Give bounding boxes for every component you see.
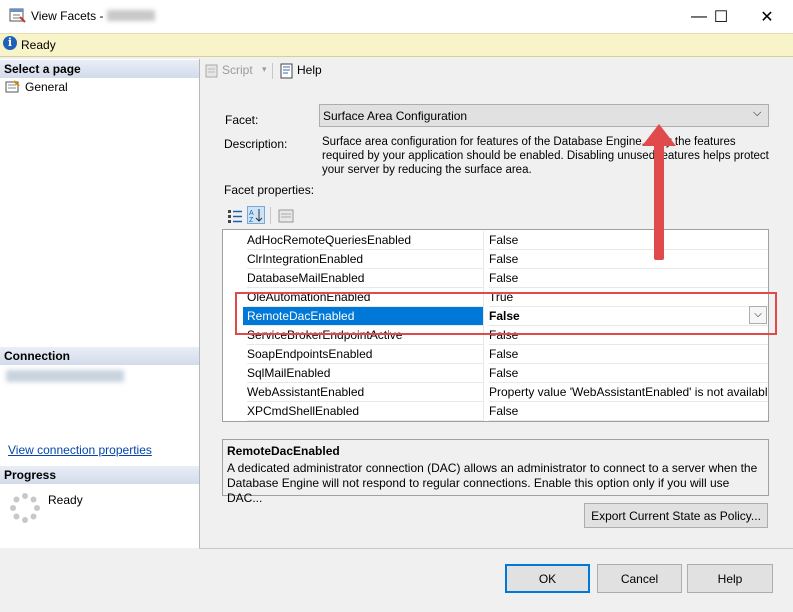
property-value[interactable]: False xyxy=(489,364,768,383)
property-value[interactable]: False xyxy=(489,269,768,288)
categorized-icon[interactable] xyxy=(226,207,244,225)
help-button[interactable]: Help xyxy=(687,564,773,593)
property-name: SoapEndpointsEnabled xyxy=(247,345,484,364)
progress-header: Progress xyxy=(0,466,199,484)
maximize-icon: ☐ xyxy=(713,8,729,26)
status-text: Ready xyxy=(21,38,56,52)
page-general-icon xyxy=(5,80,21,94)
highlight-box xyxy=(235,292,777,335)
property-name: SqlMailEnabled xyxy=(247,364,484,383)
close-icon: ✕ xyxy=(760,8,774,26)
property-name: WebAssistantEnabled xyxy=(247,383,484,402)
toolbar-separator xyxy=(272,63,273,79)
maximize-button[interactable]: ☐ xyxy=(697,0,745,33)
ok-label: OK xyxy=(538,571,557,586)
property-name: DatabaseMailEnabled xyxy=(247,269,484,288)
property-description-text: A dedicated administrator connection (DA… xyxy=(227,461,758,505)
select-page-header: Select a page xyxy=(0,60,199,78)
view-facets-icon xyxy=(9,8,26,23)
progress-spinner-icon xyxy=(10,493,40,523)
progress-status: Ready xyxy=(48,493,83,507)
property-description-title: RemoteDacEnabled xyxy=(227,444,340,458)
cancel-label: Cancel xyxy=(620,571,659,586)
property-row[interactable]: ClrIntegrationEnabled False xyxy=(223,250,768,269)
view-connection-link[interactable]: View connection properties xyxy=(8,443,152,457)
property-name: AdHocRemoteQueriesEnabled xyxy=(247,231,484,250)
property-value[interactable]: False xyxy=(489,345,768,364)
help-toolbar-button[interactable]: Help xyxy=(297,63,322,77)
svg-text:A: A xyxy=(249,210,254,217)
facet-value: Surface Area Configuration xyxy=(323,109,468,123)
property-row[interactable]: DatabaseMailEnabled False xyxy=(223,269,768,288)
window-title: View Facets - xyxy=(31,9,104,23)
connection-header: Connection xyxy=(0,347,199,365)
info-icon: i xyxy=(3,36,17,50)
property-value[interactable]: Property value 'WebAssistantEnabled' is … xyxy=(489,383,768,402)
svg-text:Z: Z xyxy=(249,217,254,223)
script-dropdown-icon[interactable]: ▾ xyxy=(262,64,267,75)
description-text: Surface area configuration for features … xyxy=(322,136,769,176)
property-name: XPCmdShellEnabled xyxy=(247,402,484,421)
connection-redacted xyxy=(6,370,124,382)
property-row[interactable]: AdHocRemoteQueriesEnabled False xyxy=(223,231,768,250)
page-general[interactable]: General xyxy=(25,80,68,94)
property-row[interactable]: XPCmdShellEnabled False xyxy=(223,402,768,421)
script-button[interactable]: Script xyxy=(222,63,253,77)
export-policy-label: Export Current State as Policy... xyxy=(591,508,761,523)
property-row[interactable]: SoapEndpointsEnabled False xyxy=(223,345,768,364)
description-label: Description: xyxy=(224,137,288,151)
server-name-redacted xyxy=(107,10,155,21)
cancel-button[interactable]: Cancel xyxy=(597,564,682,593)
ok-button[interactable]: OK xyxy=(505,564,590,593)
help-label: Help xyxy=(717,571,743,586)
property-row[interactable]: WebAssistantEnabled Property value 'WebAs… xyxy=(223,383,768,402)
property-value[interactable]: False xyxy=(489,402,768,421)
property-row[interactable]: SqlMailEnabled False xyxy=(223,364,768,383)
grid-toolbar-separator xyxy=(270,207,271,224)
facet-properties-label: Facet properties: xyxy=(224,183,315,197)
chevron-down-icon: ⌵ xyxy=(753,107,762,119)
alphabetical-sort-icon[interactable]: AZ xyxy=(247,206,265,224)
help-icon xyxy=(280,63,293,79)
facet-label: Facet: xyxy=(225,113,259,127)
red-arrow-annotation xyxy=(642,124,676,260)
export-policy-button[interactable]: Export Current State as Policy... xyxy=(584,503,768,528)
script-icon xyxy=(205,64,218,78)
close-button[interactable]: ✕ xyxy=(744,0,790,33)
property-value[interactable]: False xyxy=(489,231,768,250)
property-pages-icon[interactable] xyxy=(277,207,295,225)
status-bar xyxy=(0,33,793,57)
property-value[interactable]: False xyxy=(489,250,768,269)
property-name: ClrIntegrationEnabled xyxy=(247,250,484,269)
